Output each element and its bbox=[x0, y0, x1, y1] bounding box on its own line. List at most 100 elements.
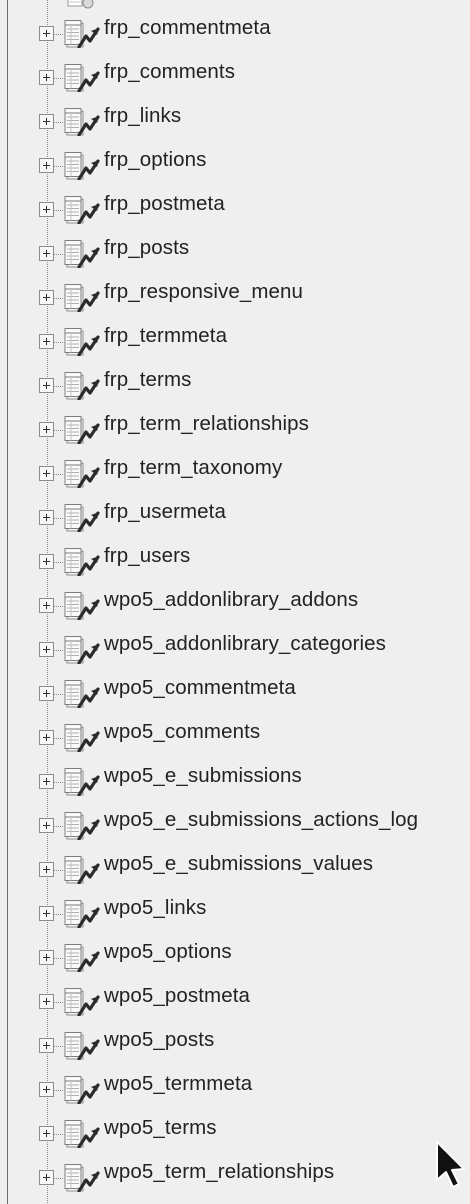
table-structure-icon bbox=[64, 900, 100, 928]
table-tree-item[interactable]: frp_links bbox=[0, 93, 470, 137]
table-tree-item[interactable]: wpo5_termmeta bbox=[0, 1061, 470, 1105]
table-tree-item[interactable]: frp_term_taxonomy bbox=[0, 445, 470, 489]
plus-box-icon[interactable] bbox=[39, 246, 54, 261]
table-tree-item[interactable]: wpo5_commentmeta bbox=[0, 665, 470, 709]
table-structure-icon bbox=[64, 592, 100, 620]
table-tree-item[interactable]: frp_options bbox=[0, 137, 470, 181]
table-tree-item[interactable]: wpo5_posts bbox=[0, 1017, 470, 1061]
table-tree-item[interactable]: wpo5_addonlibrary_categories bbox=[0, 621, 470, 665]
table-name-label[interactable]: frp_terms bbox=[104, 368, 191, 392]
table-name-label[interactable]: frp_postmeta bbox=[104, 192, 225, 216]
plus-box-icon[interactable] bbox=[39, 510, 54, 525]
table-structure-icon bbox=[64, 680, 100, 708]
plus-box-icon[interactable] bbox=[39, 26, 54, 41]
table-name-label[interactable]: wpo5_e_submissions_actions_log bbox=[104, 808, 418, 832]
table-structure-icon bbox=[64, 328, 100, 356]
table-tree-item[interactable]: wpo5_e_submissions bbox=[0, 753, 470, 797]
table-tree-item[interactable]: frp_responsive_menu bbox=[0, 269, 470, 313]
table-structure-icon bbox=[64, 284, 100, 312]
table-name-label[interactable]: frp_links bbox=[104, 104, 181, 128]
table-structure-icon bbox=[64, 108, 100, 136]
plus-box-icon[interactable] bbox=[39, 1082, 54, 1097]
table-name-label[interactable]: frp_options bbox=[104, 148, 207, 172]
table-structure-icon bbox=[64, 20, 100, 48]
table-tree-item[interactable]: wpo5_postmeta bbox=[0, 973, 470, 1017]
table-name-label[interactable]: frp_termmeta bbox=[104, 324, 227, 348]
plus-box-icon[interactable] bbox=[39, 290, 54, 305]
plus-box-icon[interactable] bbox=[39, 862, 54, 877]
table-structure-icon bbox=[64, 504, 100, 532]
table-structure-icon bbox=[64, 460, 100, 488]
table-name-label[interactable]: wpo5_e_submissions_values bbox=[104, 852, 373, 876]
mouse-pointer-icon bbox=[436, 1141, 465, 1188]
table-name-label[interactable]: wpo5_commentmeta bbox=[104, 676, 296, 700]
table-name-label[interactable]: frp_users bbox=[104, 544, 190, 568]
plus-box-icon[interactable] bbox=[39, 158, 54, 173]
table-name-label[interactable]: wpo5_terms bbox=[104, 1116, 217, 1140]
table-tree: frp_commentmeta frp_comments frp_links f… bbox=[0, 5, 470, 1193]
table-structure-icon bbox=[64, 856, 100, 884]
table-structure-icon bbox=[64, 988, 100, 1016]
table-tree-item[interactable]: wpo5_e_submissions_actions_log bbox=[0, 797, 470, 841]
plus-box-icon[interactable] bbox=[39, 906, 54, 921]
plus-box-icon[interactable] bbox=[39, 378, 54, 393]
table-name-label[interactable]: wpo5_postmeta bbox=[104, 984, 250, 1008]
plus-box-icon[interactable] bbox=[39, 70, 54, 85]
table-tree-item[interactable]: frp_commentmeta bbox=[0, 5, 470, 49]
table-structure-icon bbox=[64, 1164, 100, 1192]
plus-box-icon[interactable] bbox=[39, 686, 54, 701]
table-name-label[interactable]: wpo5_e_submissions bbox=[104, 764, 302, 788]
table-tree-item[interactable]: wpo5_links bbox=[0, 885, 470, 929]
plus-box-icon[interactable] bbox=[39, 114, 54, 129]
table-structure-icon bbox=[64, 1120, 100, 1148]
table-name-label[interactable]: frp_usermeta bbox=[104, 500, 226, 524]
table-tree-item[interactable]: wpo5_terms bbox=[0, 1105, 470, 1149]
table-name-label[interactable]: wpo5_comments bbox=[104, 720, 260, 744]
table-tree-item[interactable]: wpo5_comments bbox=[0, 709, 470, 753]
table-tree-item[interactable]: frp_termmeta bbox=[0, 313, 470, 357]
table-tree-item[interactable]: frp_postmeta bbox=[0, 181, 470, 225]
table-name-label[interactable]: frp_term_taxonomy bbox=[104, 456, 282, 480]
plus-box-icon[interactable] bbox=[39, 1038, 54, 1053]
table-structure-icon bbox=[64, 548, 100, 576]
plus-box-icon[interactable] bbox=[39, 774, 54, 789]
table-name-label[interactable]: wpo5_term_relationships bbox=[104, 1160, 334, 1184]
table-name-label[interactable]: wpo5_options bbox=[104, 940, 232, 964]
plus-box-icon[interactable] bbox=[39, 1170, 54, 1185]
table-tree-item[interactable]: frp_terms bbox=[0, 357, 470, 401]
table-name-label[interactable]: wpo5_termmeta bbox=[104, 1072, 252, 1096]
plus-box-icon[interactable] bbox=[39, 950, 54, 965]
plus-box-icon[interactable] bbox=[39, 994, 54, 1009]
plus-box-icon[interactable] bbox=[39, 598, 54, 613]
plus-box-icon[interactable] bbox=[39, 730, 54, 745]
plus-box-icon[interactable] bbox=[39, 466, 54, 481]
table-tree-item[interactable]: frp_posts bbox=[0, 225, 470, 269]
table-name-label[interactable]: frp_responsive_menu bbox=[104, 280, 303, 304]
table-structure-icon bbox=[64, 768, 100, 796]
table-tree-item[interactable]: frp_usermeta bbox=[0, 489, 470, 533]
table-tree-item[interactable]: frp_comments bbox=[0, 49, 470, 93]
table-structure-icon bbox=[64, 812, 100, 840]
table-tree-item[interactable]: wpo5_e_submissions_values bbox=[0, 841, 470, 885]
table-tree-item[interactable]: wpo5_term_relationships bbox=[0, 1149, 470, 1193]
plus-box-icon[interactable] bbox=[39, 422, 54, 437]
plus-box-icon[interactable] bbox=[39, 554, 54, 569]
table-tree-item[interactable]: frp_users bbox=[0, 533, 470, 577]
plus-box-icon[interactable] bbox=[39, 202, 54, 217]
plus-box-icon[interactable] bbox=[39, 642, 54, 657]
table-name-label[interactable]: frp_comments bbox=[104, 60, 235, 84]
table-name-label[interactable]: frp_posts bbox=[104, 236, 189, 260]
table-name-label[interactable]: wpo5_addonlibrary_addons bbox=[104, 588, 358, 612]
plus-box-icon[interactable] bbox=[39, 818, 54, 833]
table-tree-item[interactable]: wpo5_addonlibrary_addons bbox=[0, 577, 470, 621]
table-tree-item[interactable]: wpo5_options bbox=[0, 929, 470, 973]
table-tree-item[interactable]: frp_term_relationships bbox=[0, 401, 470, 445]
plus-box-icon[interactable] bbox=[39, 1126, 54, 1141]
table-name-label[interactable]: wpo5_addonlibrary_categories bbox=[104, 632, 386, 656]
plus-box-icon[interactable] bbox=[39, 334, 54, 349]
table-name-label[interactable]: frp_commentmeta bbox=[104, 16, 271, 40]
table-name-label[interactable]: wpo5_links bbox=[104, 896, 206, 920]
table-name-label[interactable]: frp_term_relationships bbox=[104, 412, 309, 436]
table-name-label[interactable]: wpo5_posts bbox=[104, 1028, 214, 1052]
table-structure-icon bbox=[64, 372, 100, 400]
